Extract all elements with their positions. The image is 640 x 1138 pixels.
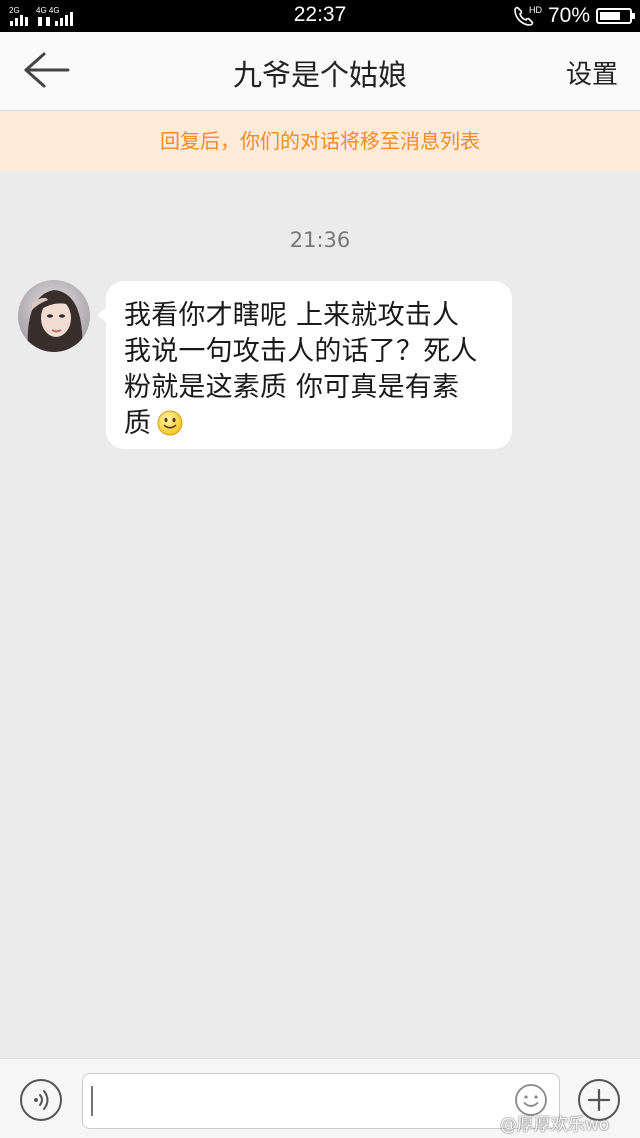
reply-notice-banner: 回复后，你们的对话将移至消息列表: [0, 111, 640, 171]
battery-percent: 70%: [547, 4, 590, 27]
voice-icon: [34, 1090, 49, 1110]
battery-fill: [600, 12, 620, 20]
message-input-field[interactable]: [82, 1073, 560, 1129]
hd-call-icon: HD: [514, 5, 542, 26]
chat-screen: 2G 4G 4G 22:37 HD 70% 九爷是个姑娘 设置 回复后，你们的对…: [0, 0, 640, 1138]
voice-button[interactable]: [20, 1079, 62, 1121]
message-input[interactable]: [91, 1080, 515, 1124]
status-right: HD 70%: [512, 3, 635, 29]
chat-header: 九爷是个姑娘 设置: [0, 32, 640, 111]
sender-avatar[interactable]: [18, 280, 90, 352]
message-timestamp: 21:36: [289, 228, 351, 252]
message-line-last: 质: [124, 406, 496, 446]
battery-icon: [596, 8, 635, 24]
weibo-watermark: @厚厚欢乐wo: [500, 1110, 609, 1135]
smile-emoji-icon: [157, 410, 183, 446]
settings-button[interactable]: 设置: [566, 54, 618, 91]
message-bubble[interactable]: 我看你才瞎呢 上来就攻击人 我说一句攻击人的话了？死人 粉就是这素质 你可真是有…: [106, 281, 512, 449]
status-bar: 2G 4G 4G 22:37 HD 70%: [0, 0, 640, 32]
watermark-text: @厚厚欢乐wo: [500, 1115, 610, 1135]
message-line: 我看你才瞎呢 上来就攻击人: [124, 300, 460, 331]
message-line-text: 质: [124, 408, 152, 439]
message-line: 粉就是这素质 你可真是有素: [124, 372, 460, 403]
avatar-image: [18, 280, 90, 352]
chat-title: 九爷是个姑娘: [232, 58, 407, 92]
message-line: 我说一句攻击人的话了？死人: [124, 336, 478, 367]
hd-label: HD: [529, 5, 542, 15]
